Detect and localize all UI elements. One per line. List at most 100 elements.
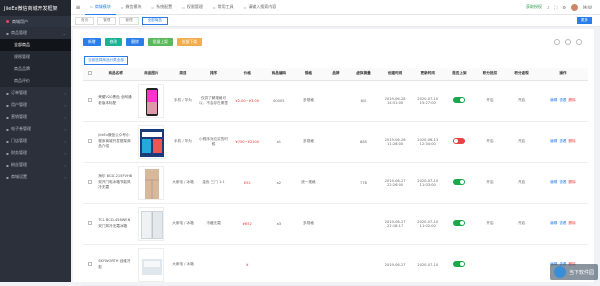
menu-toggle-icon[interactable]: ≡ [71,4,85,11]
on-sale-cell [444,244,475,285]
columns-icon[interactable] [576,39,582,45]
page-tab-2[interactable]: 管理 [119,17,138,25]
edit-link[interactable]: 编辑 [550,180,557,184]
category-filter[interactable]: 当前选择商品分类全部 [84,56,128,65]
updated-time: 2020-07-10 [411,244,444,285]
sidebar-item-2[interactable]: 规格管理 [0,51,71,63]
user-label: 商城用户 [12,19,28,25]
more-tabs-button[interactable]: 更多 [577,17,592,24]
sidebar-item-8[interactable]: ▪电子券管理‹ [0,123,71,135]
on-sale-cell [444,121,475,162]
product-image-cell [134,203,169,244]
product-sort: 仅供了解规格可以，不会存在哪里 [197,80,230,121]
user-name[interactable]: MrW [583,5,592,10]
top-nav-tab-1[interactable]: ▫微信模块 [116,0,147,15]
avatar[interactable] [571,4,578,11]
sidebar-item-7[interactable]: ▪营销管理‹ [0,111,71,123]
product-code: 00005 [265,80,294,121]
delete-link[interactable]: 删除 [569,221,576,225]
edit-link[interactable]: 编辑 [550,139,557,143]
sidebar-item-6[interactable]: ▪用户管理‹ [0,99,71,111]
product-sales [348,244,379,285]
product-image[interactable] [138,207,164,241]
column-header: 商品名称 [97,68,134,80]
product-sort: 金色 三门 1:1 [197,162,230,203]
points-deduct: 开启 [475,80,506,121]
sidebar-item-12[interactable]: ▪商城设置‹ [0,171,71,183]
points-cashback: 开启 [505,121,538,162]
edit-button[interactable]: 修改 [105,38,123,46]
top-nav-tab-5[interactable]: ▫请输入搜索内容 [239,0,282,15]
row-checkbox[interactable] [88,98,92,102]
product-image[interactable] [138,84,164,118]
row-checkbox[interactable] [88,221,92,225]
page-tab-3[interactable]: 全部商品 [142,17,168,25]
product-image[interactable] [138,248,164,282]
on-sale-toggle[interactable] [453,261,465,267]
delete-link[interactable]: 删除 [569,180,576,184]
fullscreen-icon[interactable]: ⛶ [555,5,558,10]
sidebar-item-11[interactable]: ▪粉丝管理‹ [0,159,71,171]
nav-icon: ▫ [213,5,216,10]
column-header[interactable] [83,68,97,80]
row-checkbox[interactable] [88,180,92,184]
top-nav-tab-0[interactable]: ▫商城模块 [85,0,116,15]
row-select-cell[interactable] [83,162,97,203]
view-link[interactable]: 查看 [559,221,566,225]
sidebar-item-0[interactable]: ▪商品管理⌄ [0,27,71,39]
select-all-checkbox[interactable] [88,71,92,75]
row-select-cell[interactable] [83,244,97,285]
on-sale-toggle[interactable] [453,220,465,226]
delete-button[interactable]: 删除 [126,38,144,46]
settings-icon[interactable]: ⚙ [562,5,566,10]
row-select-cell[interactable] [83,121,97,162]
sidebar-item-10[interactable]: ▪财务管理‹ [0,147,71,159]
row-checkbox[interactable] [88,139,92,143]
notification-icon[interactable]: ♪ [547,5,550,10]
product-name: 荣耀V20黑色 全网通 老版本标配 [97,80,134,121]
user-bar[interactable]: 商城用户 [0,16,71,27]
delete-link[interactable]: 删除 [569,98,576,102]
top-nav-tab-2[interactable]: ▫系统配置 [146,0,177,15]
on-sale-toggle[interactable] [453,97,465,103]
edit-link[interactable]: 编辑 [550,98,557,102]
page-tab-1[interactable]: 管理 [97,17,116,25]
edit-link[interactable]: 编辑 [550,221,557,225]
chevron-icon: ‹ [64,103,66,108]
refresh-icon[interactable] [565,39,571,45]
page-tab-0[interactable]: 首页 [75,17,94,25]
table-header: 商品名称商品图片类目排序价格商品编码规格品牌虚拟销量创建时间更新时间是否上架积分… [83,68,588,80]
points-deduct: 开启 [475,162,506,203]
add-button[interactable]: 新增 [83,38,101,46]
search-icon[interactable] [554,39,560,45]
row-select-cell[interactable] [83,203,97,244]
auth-link[interactable]: 获取授权 [526,4,542,10]
top-nav-tab-4[interactable]: ▫常用工具 [208,0,239,15]
sidebar-item-1[interactable]: 全部商品 [0,39,71,51]
sidebar-item-9[interactable]: ▪门店管理‹ [0,135,71,147]
on-sale-cell [444,80,475,121]
view-link[interactable]: 查看 [559,180,566,184]
product-code [265,244,294,285]
row-select-cell[interactable] [83,80,97,121]
product-sales: 885 [348,121,379,162]
row-checkbox[interactable] [88,262,92,266]
product-category: 大家电 / 冰箱 [169,244,198,285]
product-sales [348,203,379,244]
delete-link[interactable]: 删除 [569,139,576,143]
sidebar: JiieEx微信商城开发框架 商城用户 ▪商品管理⌄全部商品规格管理商品品牌商品… [0,0,71,282]
watermark: 当下软件园 [550,264,598,280]
view-link[interactable]: 查看 [559,98,566,102]
product-image[interactable] [138,125,164,159]
batch-down-button[interactable]: 批量下架 [177,38,202,46]
sidebar-item-3[interactable]: 商品品牌 [0,63,71,75]
top-nav-tab-3[interactable]: ▫权限管理 [177,0,208,15]
product-table: 商品名称商品图片类目排序价格商品编码规格品牌虚拟销量创建时间更新时间是否上架积分… [83,68,588,286]
sidebar-item-4[interactable]: 商品评价 [0,75,71,87]
on-sale-toggle[interactable] [453,179,465,185]
view-link[interactable]: 查看 [559,139,566,143]
on-sale-toggle[interactable] [453,138,465,144]
batch-up-button[interactable]: 批量上架 [148,38,173,46]
product-image[interactable] [138,166,164,200]
sidebar-item-5[interactable]: ▪订单管理‹ [0,87,71,99]
